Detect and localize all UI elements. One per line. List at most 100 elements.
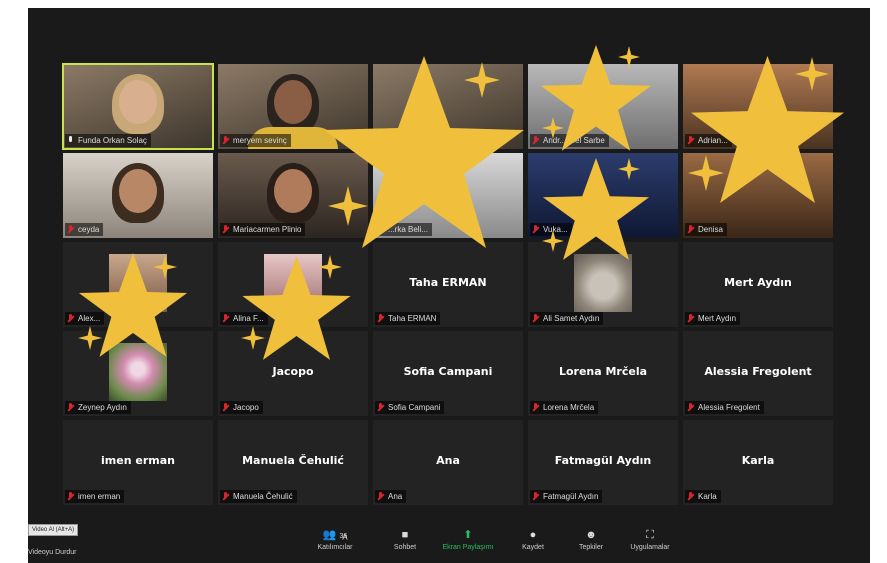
participants-chevron[interactable]: ˄: [338, 532, 348, 547]
mic-muted-icon: [222, 403, 230, 412]
sparkle-icon: [153, 255, 177, 279]
cat-avatar: [574, 254, 632, 312]
participant-name: Jacopo: [233, 403, 259, 412]
mic-muted-icon: [532, 314, 540, 323]
sparkle-icon: [464, 62, 500, 98]
participant-name-tag: Denisa: [685, 223, 727, 236]
video-tile[interactable]: Fatmagül Aydın Fatmagül Aydın: [528, 420, 678, 505]
participant-name: Manuela Čehulić: [233, 492, 293, 501]
mic-icon: [67, 136, 75, 145]
mic-muted-icon: [222, 136, 230, 145]
chevron-up-icon: ˄: [341, 532, 349, 544]
participant-display-name: imen erman: [101, 454, 175, 467]
video-tile[interactable]: imen erman imen erman: [63, 420, 213, 505]
video-tile[interactable]: ceyda: [63, 153, 213, 238]
participant-name: Alessia Fregolent: [698, 403, 760, 412]
participant-name: Ana: [388, 492, 403, 501]
participant-name-tag: meryem sevinç: [220, 134, 291, 147]
mic-muted-icon: [67, 492, 75, 501]
mic-muted-icon: [67, 314, 75, 323]
sparkle-icon: [328, 186, 368, 226]
mic-muted-icon: [687, 403, 695, 412]
participant-face: [119, 169, 157, 213]
tooltip: Video Al (Alt+A): [28, 524, 79, 536]
participant-name: Karla: [698, 492, 717, 501]
video-tile[interactable]: Manuela Čehulić Manuela Čehulić: [218, 420, 368, 505]
sparkle-icon: [618, 46, 640, 68]
participant-display-name: Ana: [436, 454, 460, 467]
participant-name-tag: Sofia Campani: [375, 401, 445, 414]
participant-name-tag: Manuela Čehulić: [220, 490, 297, 503]
video-tile[interactable]: Alessia Fregolent Alessia Fregolent: [683, 331, 833, 416]
participant-name-tag: Ali Samet Aydın: [530, 312, 604, 325]
chat-button[interactable]: ■ Sohbet: [375, 529, 435, 551]
participant-display-name: Karla: [741, 454, 775, 467]
participant-face: [274, 169, 312, 213]
participant-name-tag: Fatmagül Aydın: [530, 490, 603, 503]
participant-name: imen erman: [78, 492, 121, 501]
mic-muted-icon: [377, 492, 385, 501]
participant-name-tag: Lorena Mrčela: [530, 401, 599, 414]
mic-muted-icon: [532, 136, 540, 145]
participant-name-tag: Mariacarmen Plinio: [220, 223, 306, 236]
participant-name-tag: Alessia Fregolent: [685, 401, 764, 414]
participant-name-tag: ceyda: [65, 223, 104, 236]
participant-name: Denisa: [698, 225, 723, 234]
record-icon: ●: [529, 529, 537, 541]
reactions-icon: ☻: [585, 529, 597, 541]
video-tile[interactable]: Taha ERMAN Taha ERMAN: [373, 242, 523, 327]
mic-muted-icon: [532, 492, 540, 501]
participant-display-name: Lorena Mrčela: [558, 365, 648, 378]
participant-display-name: Sofia Campani: [403, 365, 493, 378]
sparkle-icon: [618, 158, 640, 180]
video-tile[interactable]: Sofia Campani Sofia Campani: [373, 331, 523, 416]
mic-muted-icon: [532, 225, 540, 234]
apps-icon: ⛶: [646, 529, 654, 541]
video-tile[interactable]: Mert Aydın Mert Aydın: [683, 242, 833, 327]
video-tile[interactable]: Ana Ana: [373, 420, 523, 505]
mic-muted-icon: [377, 314, 385, 323]
participant-name: meryem sevinç: [233, 136, 287, 145]
participants-button[interactable]: 👥 36 Katılımcılar: [305, 529, 365, 551]
chat-icon: ■: [401, 529, 409, 541]
sparkle-icon: [318, 255, 342, 279]
participant-name: ceyda: [78, 225, 100, 234]
mic-muted-icon: [687, 492, 695, 501]
apps-label: Uygulamalar: [630, 544, 670, 551]
mic-muted-icon: [532, 403, 540, 412]
share-screen-label: Ekran Paylaşımı: [442, 544, 494, 551]
record-label: Kaydet: [522, 544, 544, 551]
sparkle-icon: [795, 57, 829, 91]
participant-name: Mariacarmen Plinio: [233, 225, 302, 234]
participant-name: Zeynep Aydın: [78, 403, 127, 412]
apps-button[interactable]: ⛶ Uygulamalar: [620, 529, 680, 551]
sparkle-icon: [241, 326, 265, 350]
participant-name: Ali Samet Aydın: [543, 314, 600, 323]
reactions-button[interactable]: ☻ Tepkiler: [561, 529, 621, 551]
reactions-label: Tepkiler: [578, 544, 604, 551]
share-screen-button[interactable]: ⬆ Ekran Paylaşımı: [438, 529, 498, 551]
sparkle-icon: [542, 230, 564, 252]
video-tile[interactable]: Funda Orkan Solaç: [62, 63, 214, 150]
mic-muted-icon: [222, 225, 230, 234]
record-button[interactable]: ● Kaydet: [503, 529, 563, 551]
participant-name: Lorena Mrčela: [543, 403, 595, 412]
mic-muted-icon: [687, 314, 695, 323]
sparkle-icon: [542, 117, 564, 139]
participant-name: Taha ERMAN: [388, 314, 437, 323]
participant-name: Funda Orkan Solaç: [78, 136, 147, 145]
participant-name-tag: Zeynep Aydın: [65, 401, 131, 414]
participant-name: Fatmagül Aydın: [543, 492, 599, 501]
participant-face: [119, 80, 157, 124]
sparkle-icon: [688, 155, 724, 191]
mic-muted-icon: [222, 492, 230, 501]
stop-video-button[interactable]: Videoyu Durdur: [28, 549, 77, 556]
video-tile[interactable]: Karla Karla: [683, 420, 833, 505]
participant-face: [274, 80, 312, 124]
share-screen-icon: ⬆: [463, 529, 473, 541]
participant-name: Sofia Campani: [388, 403, 441, 412]
participant-name-tag: Mert Aydın: [685, 312, 741, 325]
participant-name-tag: Ana: [375, 490, 407, 503]
video-tile[interactable]: Lorena Mrčela Lorena Mrčela: [528, 331, 678, 416]
participant-name: Mert Aydın: [698, 314, 737, 323]
